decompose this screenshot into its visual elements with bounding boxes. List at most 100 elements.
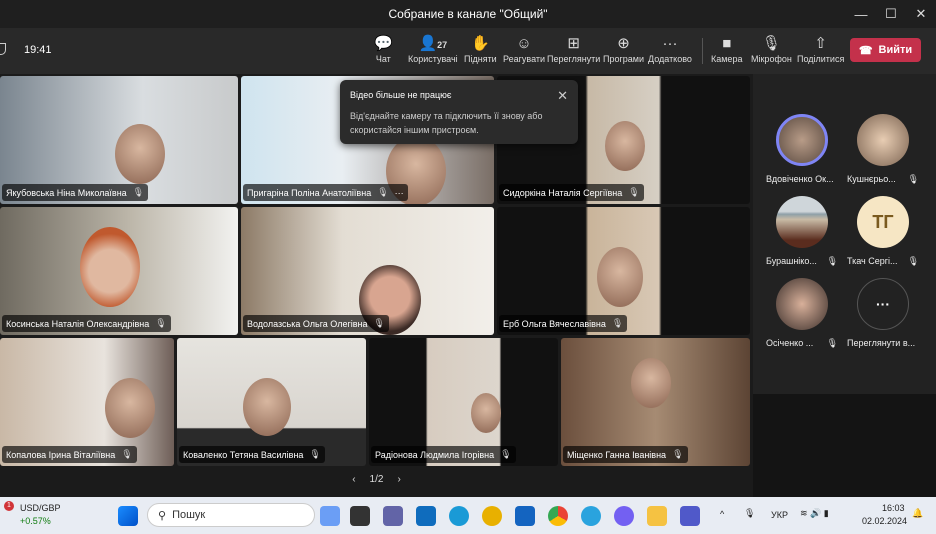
window-title: Собрание в канале "Общий" — [388, 7, 548, 21]
taskbar-search[interactable]: ⚲ Пошук — [147, 503, 315, 527]
search-icon: ⚲ — [158, 509, 167, 522]
mic-off-icon: 🎙 — [132, 187, 145, 197]
windows-taskbar: 1 USD/GBP +0.57% ⚲ Пошук ^ 🎙 УКР ≋ 🔊 ▮ 16… — [0, 497, 936, 534]
view-button[interactable]: ⊞ Переглянути — [547, 34, 600, 64]
view-all-button[interactable]: ··· Переглянути в... — [843, 278, 923, 348]
start-icon[interactable] — [118, 506, 138, 526]
apps-icon: ⊕ — [617, 35, 630, 52]
more-button[interactable]: ··· Додатково — [648, 34, 692, 64]
video-tile[interactable]: Міщенко Ганна Іванівна 🎙 — [561, 338, 750, 466]
telegram-icon[interactable] — [581, 506, 601, 526]
mic-button[interactable]: 🎙 Мікрофон — [751, 34, 792, 64]
folder-icon[interactable] — [647, 506, 667, 526]
mic-off-icon: 🎙 — [611, 318, 624, 328]
view-all-label: Переглянути в... — [847, 338, 916, 348]
participant-name: Пригаріна Поліна Анатоліївна — [247, 187, 372, 198]
grid-icon: ⊞ — [567, 35, 580, 52]
store-icon[interactable] — [515, 506, 535, 526]
notification-badge: 1 — [4, 501, 14, 511]
wifi-icon[interactable]: ≋ 🔊 ▮ — [800, 508, 829, 519]
video-tile[interactable]: Копалова Ірина Віталіївна 🎙 — [0, 338, 174, 466]
more-label: Додатково — [648, 54, 692, 64]
participant-avatar[interactable]: ТГ Ткач Сергі... 🎙 — [843, 196, 923, 267]
mic-off-icon: 🎙 — [309, 449, 321, 459]
chat-button[interactable]: 💬 Чат — [374, 34, 393, 64]
apps-button[interactable]: ⊕ Програми — [603, 34, 644, 64]
smile-icon: ☺ — [516, 35, 532, 52]
participant-avatar[interactable]: Кушнєрьо... 🎙 — [843, 114, 923, 185]
people-icon: 👤27 — [418, 35, 448, 52]
toolbar-divider — [702, 38, 703, 64]
participant-name: Бурашніко... — [766, 256, 817, 266]
participant-avatar[interactable]: Осіченко ... 🎙 — [762, 278, 842, 349]
leave-button[interactable]: ☎ Вийти — [850, 38, 921, 62]
mic-off-icon[interactable]: 🎙 — [744, 508, 755, 519]
video-tile[interactable]: Водолазська Ольга Олегівна 🎙 — [241, 207, 494, 335]
mic-off-icon: 🎙 — [500, 449, 512, 459]
minimize-button[interactable]: — — [846, 0, 876, 28]
chat-label: Чат — [375, 54, 391, 64]
meeting-timer: 19:41 — [24, 44, 52, 56]
chat-icon: 💬 — [374, 35, 393, 52]
page-indicator: 1/2 — [369, 474, 384, 485]
task-view-icon[interactable] — [350, 506, 370, 526]
pagination: ‹ 1/2 › — [0, 474, 753, 490]
react-label: Реагувати — [503, 54, 546, 64]
participant-name: Міщенко Ганна Іванівна — [567, 449, 667, 460]
mic-off-icon: 🎙 — [377, 187, 389, 197]
participant-name: Якубовська Ніна Миколаївна — [6, 187, 127, 198]
participants-sidebar: Вдовіченко Ок... Кушнєрьо... 🎙 Бурашніко.… — [753, 74, 936, 497]
share-button[interactable]: ⇧ Поділитися — [797, 34, 844, 64]
participant-avatar[interactable]: Вдовіченко Ок... — [762, 114, 842, 184]
mic-off-icon: 🎙 — [907, 174, 919, 184]
chevron-up-icon[interactable]: ^ — [720, 509, 724, 519]
next-page-button[interactable]: › — [397, 474, 400, 490]
raise-hand-label: Підняти — [464, 54, 497, 64]
participant-avatar[interactable]: Бурашніко... 🎙 — [762, 196, 842, 267]
mic-off-icon: 🎙 — [761, 35, 781, 52]
language-indicator[interactable]: УКР — [771, 510, 788, 520]
shield-icon — [0, 43, 6, 55]
more-icon: ··· — [662, 35, 678, 52]
react-button[interactable]: ☺ Реагувати — [503, 34, 545, 64]
camera-button[interactable]: ■ Камера — [711, 34, 742, 64]
video-error-notification: Відео більше не працює Від'єднайте камер… — [340, 80, 578, 144]
vpn-icon[interactable] — [482, 506, 502, 526]
close-icon[interactable]: ✕ — [557, 88, 568, 104]
participant-name: Осіченко ... — [766, 338, 814, 348]
notification-title: Відео більше не працює — [350, 90, 452, 100]
participant-name: Сидоркіна Наталія Сергіївна — [503, 187, 623, 198]
video-tile[interactable]: Коваленко Тетяна Василівна 🎙 — [177, 338, 366, 466]
notification-body: Від'єднайте камеру та підключить її знов… — [350, 111, 543, 135]
chrome-icon[interactable] — [548, 506, 568, 526]
copilot-icon[interactable] — [320, 506, 340, 526]
avatar-initials: ТГ — [857, 196, 909, 248]
prev-page-button[interactable]: ‹ — [352, 474, 355, 490]
participant-name: Косинська Наталія Олександрівна — [6, 318, 150, 329]
participant-name: Коваленко Тетяна Василівна — [183, 449, 304, 460]
notifications-icon[interactable]: 🔔 — [912, 508, 923, 519]
clock-time[interactable]: 16:03 — [882, 503, 905, 513]
mic-label: Мікрофон — [751, 54, 792, 64]
maximize-button[interactable]: ☐ — [876, 0, 906, 28]
stock-ticker[interactable]: USD/GBP — [20, 503, 61, 513]
avatar — [857, 114, 909, 166]
avatar — [776, 196, 828, 248]
video-tile[interactable]: Радіонова Людмила Ігорівна 🎙 — [369, 338, 558, 466]
people-button[interactable]: 👤27 Користувачі — [408, 34, 458, 64]
mic-off-icon: 🎙 — [826, 338, 838, 348]
close-button[interactable]: ✕ — [906, 0, 936, 28]
teams-icon[interactable] — [680, 506, 700, 526]
viber-icon[interactable] — [614, 506, 634, 526]
video-tile[interactable]: Якубовська Ніна Миколаївна 🎙 — [0, 76, 238, 204]
participant-name: Водолазська Ольга Олегівна — [247, 318, 368, 329]
raise-hand-button[interactable]: ✋ Підняти — [464, 34, 497, 64]
mail-icon[interactable] — [416, 506, 436, 526]
phone-icon: ☎ — [858, 44, 873, 57]
more-icon[interactable]: ··· — [395, 188, 404, 198]
edge-icon[interactable] — [449, 506, 469, 526]
clock-date[interactable]: 02.02.2024 — [862, 516, 907, 526]
meet-icon[interactable] — [383, 506, 403, 526]
video-tile[interactable]: Ерб Ольга Вячеславівна 🎙 — [497, 207, 750, 335]
video-tile[interactable]: Косинська Наталія Олександрівна 🎙 — [0, 207, 238, 335]
